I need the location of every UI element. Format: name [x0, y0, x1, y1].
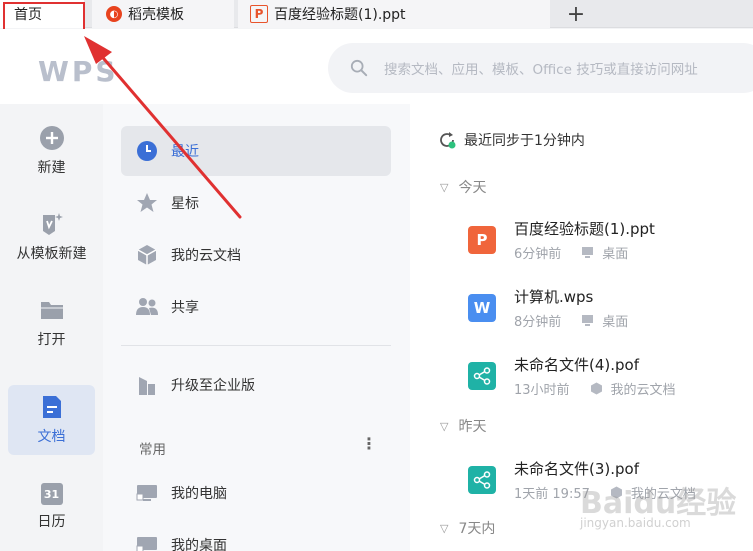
file-row[interactable]: W 计算机.wps 8分钟前 桌面	[468, 284, 753, 340]
mindmap-file-icon	[468, 362, 496, 390]
plus-circle-icon	[39, 125, 65, 151]
rail-from-template-label: 从模板新建	[16, 246, 87, 262]
computer-icon	[135, 481, 159, 505]
chevron-down-icon: ▽	[440, 521, 449, 535]
template-sparkle-icon	[39, 211, 65, 237]
nav-item-cloud-docs[interactable]: 我的云文档	[121, 230, 391, 280]
file-meta: 6分钟前 桌面	[514, 243, 628, 262]
chevron-down-icon: ▽	[440, 180, 449, 194]
file-time: 1天前 19:57	[514, 487, 590, 502]
building-icon	[135, 373, 159, 397]
file-location: 桌面	[581, 243, 628, 262]
file-location-label: 桌面	[602, 247, 629, 262]
file-time: 8分钟前	[514, 315, 562, 330]
tab-bar: 首页 ◐ 稻壳模板 P 百度经验标题(1).ppt +	[0, 0, 753, 28]
document-icon	[39, 394, 65, 420]
group-seven-days-label: 7天内	[458, 521, 496, 537]
wps-logo: WPS	[38, 55, 119, 88]
people-icon	[135, 295, 159, 319]
search-input[interactable]: 搜索文档、应用、模板、Office 技巧或直接访问网址	[328, 43, 753, 93]
tab-daoke-label: 稻壳模板	[128, 7, 184, 23]
file-time: 6分钟前	[514, 247, 562, 262]
rail-open-label: 打开	[37, 332, 66, 348]
desktop-icon	[582, 315, 594, 326]
mindmap-file-icon	[468, 466, 496, 494]
ppt-file-icon: P	[250, 5, 268, 23]
rail-calendar-label: 日历	[37, 514, 66, 530]
calendar-day-number: 31	[43, 487, 60, 501]
folder-icon	[39, 297, 65, 323]
search-icon	[350, 59, 368, 77]
sync-refresh-icon	[440, 132, 456, 149]
cube-icon	[590, 382, 602, 395]
wps-writer-file-icon: W	[468, 294, 496, 322]
nav-item-my-desktop[interactable]: 我的桌面	[121, 520, 391, 551]
file-location: 桌面	[581, 311, 628, 330]
clock-icon	[135, 139, 159, 163]
ppt-file-icon: P	[468, 226, 496, 254]
desktop-icon	[135, 533, 159, 551]
file-name: 未命名文件(4).pof	[514, 356, 639, 374]
nav-my-desktop-label: 我的桌面	[171, 538, 227, 551]
file-location-label: 桌面	[602, 315, 629, 330]
desktop-icon	[582, 247, 594, 258]
nav-item-upgrade[interactable]: 升级至企业版	[121, 360, 391, 410]
group-seven-days[interactable]: ▽ 7天内	[440, 518, 495, 538]
group-yesterday[interactable]: ▽ 昨天	[440, 416, 486, 436]
rail-open-button[interactable]: 打开	[8, 288, 95, 358]
header: WPS 搜索文档、应用、模板、Office 技巧或直接访问网址	[0, 29, 753, 104]
star-icon	[135, 191, 159, 215]
tab-ppt-label: 百度经验标题(1).ppt	[274, 7, 406, 23]
common-more-button[interactable]: ⋮	[361, 434, 377, 453]
rail-calendar-button[interactable]: 31 日历	[8, 472, 95, 542]
nav-upgrade-label: 升级至企业版	[171, 378, 255, 394]
file-row[interactable]: 未命名文件(4).pof 13小时前 我的云文档	[468, 352, 753, 408]
nav-starred-label: 星标	[171, 196, 199, 212]
nav-item-shared[interactable]: 共享	[121, 282, 391, 332]
tab-daoke-templates[interactable]: ◐ 稻壳模板	[92, 0, 234, 28]
nav-item-recent[interactable]: 最近	[121, 126, 391, 176]
sync-status: 最近同步于1分钟内	[438, 130, 585, 150]
nav-panel: 最近 星标 我的云文档 共享 升级至企业版 常用 ⋮ 我的电脑 我的桌面	[103, 104, 410, 551]
rail-new-label: 新建	[37, 160, 66, 176]
rail-docs-button[interactable]: 文档	[8, 385, 95, 455]
chevron-down-icon: ▽	[440, 419, 449, 433]
baidu-watermark-url: jingyan.baidu.com	[580, 516, 691, 530]
group-yesterday-label: 昨天	[458, 419, 487, 435]
sync-status-text: 最近同步于1分钟内	[464, 133, 585, 149]
rail-new-button[interactable]: 新建	[8, 116, 95, 186]
file-time: 13小时前	[514, 383, 570, 398]
rail-from-template-button[interactable]: 从模板新建	[8, 202, 95, 272]
file-name: 计算机.wps	[514, 288, 594, 306]
search-placeholder: 搜索文档、应用、模板、Office 技巧或直接访问网址	[384, 62, 698, 78]
left-rail: 新建 从模板新建 打开 文档 31 日历	[0, 104, 103, 551]
nav-shared-label: 共享	[171, 300, 199, 316]
nav-divider	[121, 345, 391, 346]
nav-item-my-computer[interactable]: 我的电脑	[121, 468, 391, 518]
group-today-label: 今天	[458, 180, 487, 196]
calendar-icon: 31	[40, 483, 63, 505]
new-tab-button[interactable]: +	[566, 0, 586, 28]
file-row[interactable]: P 百度经验标题(1).ppt 6分钟前 桌面	[468, 216, 753, 272]
group-today[interactable]: ▽ 今天	[440, 177, 486, 197]
cube-icon	[135, 243, 159, 267]
rail-docs-label: 文档	[37, 429, 66, 445]
file-meta: 13小时前 我的云文档	[514, 379, 676, 398]
nav-recent-label: 最近	[171, 144, 199, 160]
file-name: 百度经验标题(1).ppt	[514, 220, 655, 238]
daoke-logo-icon: ◐	[106, 6, 122, 22]
tab-ppt-document[interactable]: P 百度经验标题(1).ppt	[238, 0, 550, 28]
file-location-label: 我的云文档	[610, 383, 676, 398]
file-meta: 8分钟前 桌面	[514, 311, 628, 330]
nav-item-starred[interactable]: 星标	[121, 178, 391, 228]
nav-cloud-docs-label: 我的云文档	[171, 248, 241, 264]
file-name: 未命名文件(3).pof	[514, 460, 639, 478]
nav-my-computer-label: 我的电脑	[171, 486, 227, 502]
file-location: 我的云文档	[590, 379, 676, 398]
nav-section-common: 常用	[139, 442, 166, 458]
